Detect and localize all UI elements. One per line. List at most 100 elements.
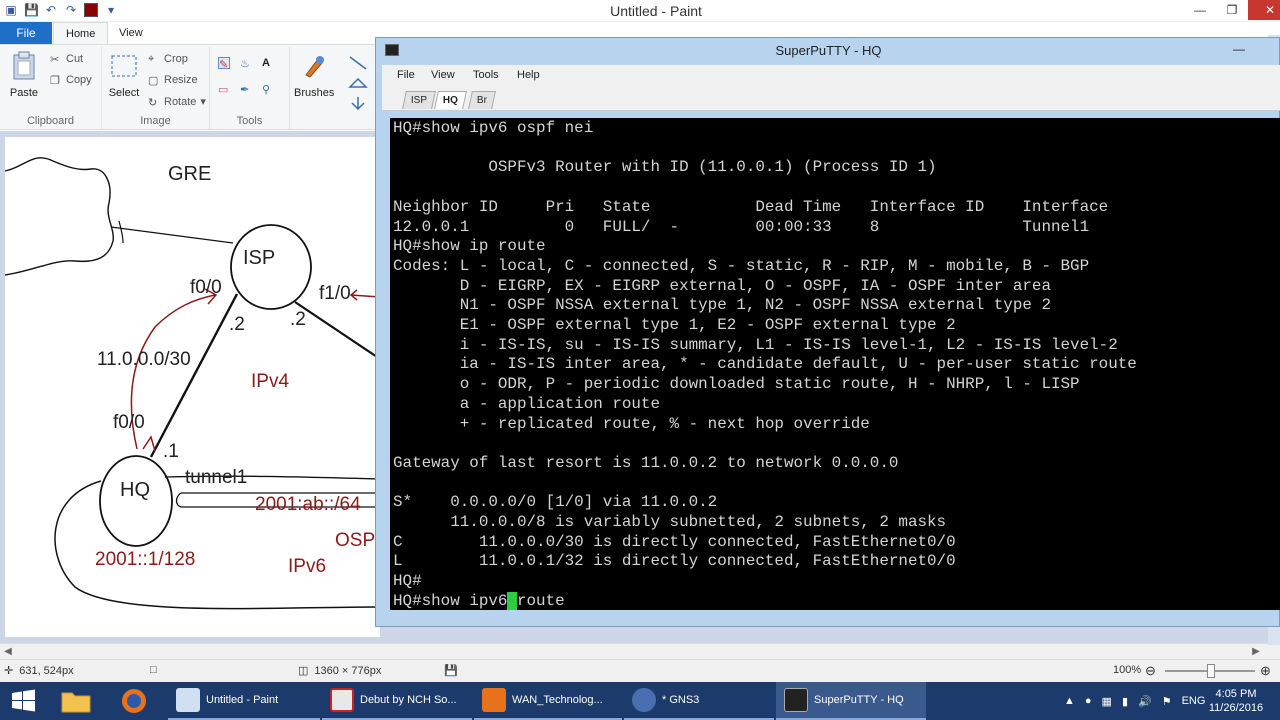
horizontal-scrollbar[interactable]: ◀ ▶ (0, 643, 1280, 659)
file-size-icon: 💾 (444, 665, 458, 677)
select-label: Select (108, 87, 140, 99)
cut-icon: ✂ (50, 54, 60, 66)
selection-size-icon: □ (150, 664, 157, 676)
taskbar-superputty[interactable]: SuperPuTTY - HQ (776, 682, 926, 720)
file-explorer-pin[interactable] (54, 685, 98, 717)
menu-file[interactable]: File (397, 69, 415, 81)
terminal-line: a - application route (459, 394, 661, 413)
taskbar-debut-label: Debut by NCH So... (360, 694, 457, 706)
label-ipv6: IPv6 (288, 556, 327, 577)
cut-button[interactable]: ✂ Cut (50, 53, 83, 66)
tunnel-end-cap (175, 492, 182, 508)
minimize-button[interactable]: — (1184, 0, 1216, 20)
taskbar-clock[interactable]: 4:05 PM 11/26/2016 (1204, 687, 1268, 715)
taskbar-pdf-label: WAN_Technolog... (512, 694, 603, 706)
cloud-edge-line (118, 220, 124, 244)
label-dot2-a: .2 (229, 314, 245, 335)
restore-button[interactable]: ❐ (1216, 0, 1248, 20)
label-f00-bottom: f0/0 (113, 412, 145, 433)
zoom-out-icon[interactable]: ⊖ (1145, 663, 1156, 679)
terminal-line: S* 0.0.0.0/0 [1/0] via 11.0.0.2 (393, 493, 718, 512)
select-icon (111, 55, 137, 77)
terminal-line: i - IS-IS, su - IS-IS summary, L1 - IS-I… (459, 335, 1118, 354)
pencil-icon[interactable]: ✎ (218, 57, 230, 71)
color-picker-icon[interactable]: ✒ (240, 83, 252, 96)
tab-isp[interactable]: ISP (402, 91, 437, 109)
windows-logo-icon (12, 689, 35, 712)
taskbar-debut[interactable]: Debut by NCH So... (322, 682, 472, 720)
paste-button[interactable]: Paste (4, 51, 44, 99)
resize-button[interactable]: ▢ Resize (148, 74, 198, 87)
menu-help[interactable]: Help (517, 69, 540, 81)
resize-icon: ▢ (148, 75, 159, 87)
tab-view[interactable]: View (107, 22, 155, 44)
terminal-cursor (507, 591, 517, 610)
terminal[interactable]: HQ#show ipv6 ospf nei OSPFv3 Router with… (390, 118, 1280, 610)
tray-volume-icon[interactable]: 🔊 (1138, 695, 1152, 708)
brushes-button[interactable]: Brushes (294, 51, 334, 99)
zoom-slider-thumb[interactable] (1207, 664, 1215, 678)
select-button[interactable]: Select (104, 51, 144, 99)
canvas-size-text: 1360 × 776px (314, 664, 382, 677)
scroll-right-icon[interactable]: ▶ (1248, 644, 1264, 660)
tray-network-icon[interactable]: ▦ (1102, 695, 1112, 708)
menu-tools[interactable]: Tools (473, 69, 499, 81)
menu-view[interactable]: View (431, 69, 455, 81)
isp-right-link (294, 301, 380, 360)
tab-br[interactable]: Br (468, 91, 496, 109)
fill-icon[interactable]: ♨ (240, 57, 252, 70)
terminal-line: 12.0.0.1 0 FULL/ - 00:00:33 8 Tunnel1 (393, 217, 1090, 236)
taskbar: Untitled - Paint Debut by NCH So... WAN_… (0, 682, 1280, 720)
terminal-prompt-line: HQ#show ipv6 route (393, 591, 565, 610)
paint-canvas[interactable]: GRE ISP HQ f0/0 f1/0 .2 .2 11.0.0.0/30 I… (5, 137, 380, 637)
tools-group: ✎ ♨ A ▭ ✒ ⚲ Tools (210, 47, 290, 129)
cursor-position-text: 631, 524px (19, 664, 74, 677)
rotate-button[interactable]: ↻ Rotate ▾ (148, 95, 206, 109)
firefox-pin[interactable] (112, 685, 156, 717)
clipboard-group-label: Clipboard (26, 115, 75, 127)
tray-app-icon[interactable]: ● (1085, 695, 1092, 707)
tray-power-icon[interactable]: ▮ (1122, 695, 1128, 708)
tab-home[interactable]: Home (53, 22, 109, 44)
shapes-icon[interactable] (346, 53, 376, 113)
putty-minimize-icon[interactable]: — (1233, 43, 1245, 55)
terminal-line: HQ# (393, 572, 422, 591)
taskbar-gns3[interactable]: * GNS3 (624, 682, 774, 720)
paint-status-bar: ✛ 631, 524px □ ◫ 1360 × 776px 💾 100% ⊖ ⊕ (0, 659, 1280, 682)
terminal-output: HQ#show ipv6 ospf nei OSPFv3 Router with… (393, 119, 1137, 610)
text-icon[interactable]: A (262, 57, 274, 69)
zoom-level: 100% (1113, 664, 1141, 676)
tray-flag-icon[interactable]: ⚑ (1162, 695, 1172, 708)
magnifier-icon[interactable]: ⚲ (262, 83, 274, 96)
terminal-line: ia - IS-IS inter area, * - candidate def… (459, 355, 1137, 374)
brush-icon (305, 56, 324, 78)
folder-icon (61, 692, 91, 713)
zoom-in-icon[interactable]: ⊕ (1260, 663, 1271, 679)
gre-cloud-shape (5, 157, 114, 276)
copy-button[interactable]: ❐ Copy (50, 74, 92, 87)
language-indicator[interactable]: ENG (1182, 695, 1206, 707)
label-isp: ISP (243, 247, 276, 269)
label-loopback: 2001::1/128 (95, 549, 196, 570)
label-ipv6-prefix: 2001:ab::/64 (255, 494, 361, 515)
terminal-line: L 11.0.0.1/32 is directly connected, Fas… (393, 552, 956, 571)
tab-hq[interactable]: HQ (434, 91, 467, 109)
eraser-icon[interactable]: ▭ (218, 83, 230, 96)
tray-expand-icon[interactable]: ▲ (1064, 695, 1075, 707)
crop-label: Crop (164, 53, 188, 65)
taskbar-paint-label: Untitled - Paint (206, 694, 279, 706)
clock-time: 4:05 PM (1215, 688, 1257, 700)
scroll-left-icon[interactable]: ◀ (0, 644, 16, 660)
rotate-icon: ↻ (148, 96, 158, 109)
taskbar-pdf[interactable]: WAN_Technolog... (474, 682, 622, 720)
crop-button[interactable]: ⌖ Crop (148, 53, 188, 65)
debut-taskbar-icon (330, 688, 354, 712)
taskbar-paint[interactable]: Untitled - Paint (168, 682, 320, 720)
rotate-label: Rotate (164, 95, 197, 108)
start-button[interactable] (0, 682, 48, 720)
pdf-taskbar-icon (482, 688, 506, 712)
label-dot1: .1 (163, 441, 179, 462)
superputty-window: SuperPuTTY - HQ — File View Tools Help I… (375, 37, 1280, 627)
tab-file[interactable]: File (0, 22, 52, 44)
close-button[interactable]: ✕ (1248, 0, 1280, 20)
